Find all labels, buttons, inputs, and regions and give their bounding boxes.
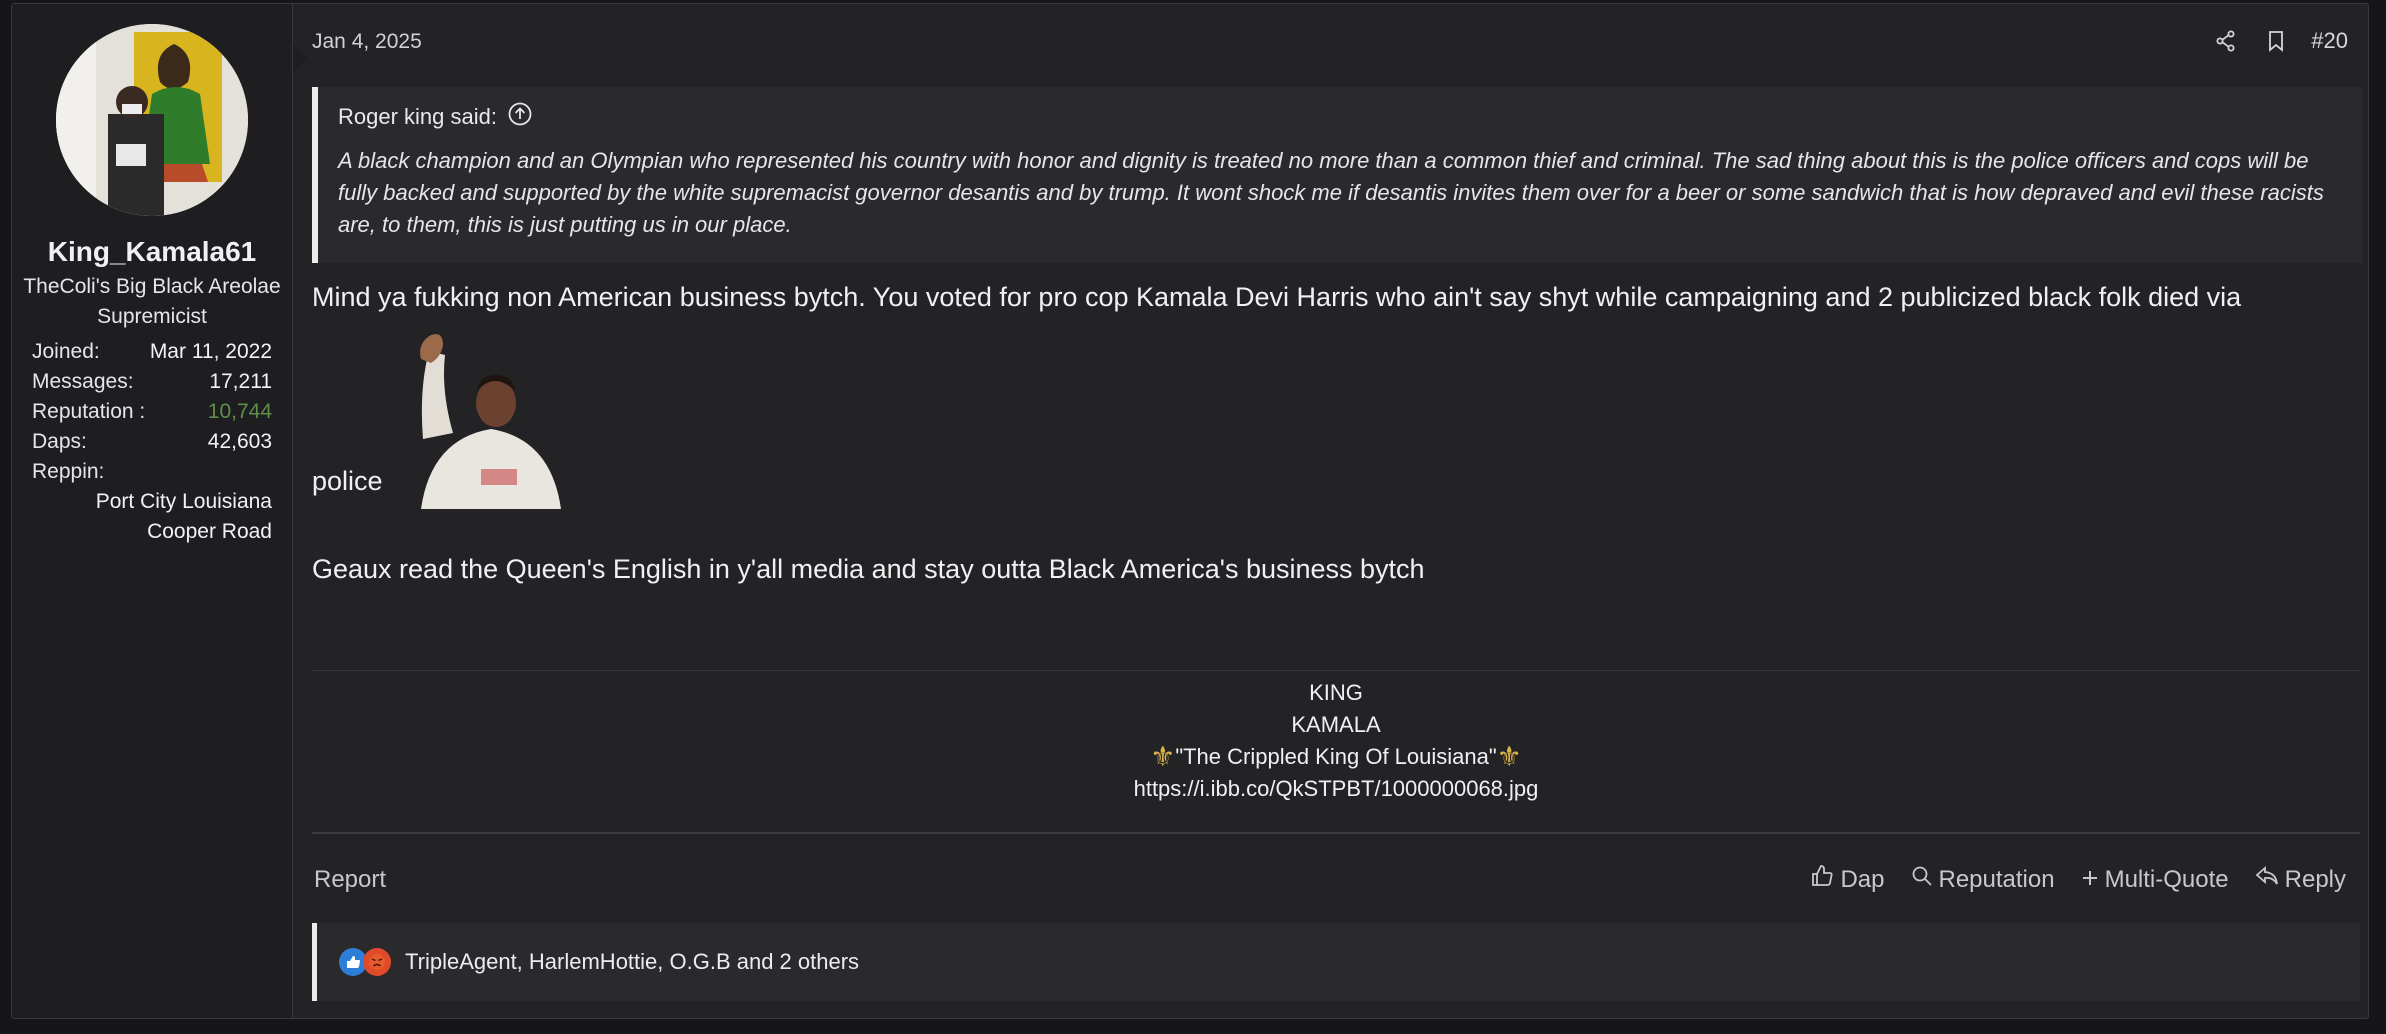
- stat-messages: Messages: 17,211: [32, 367, 272, 397]
- signature-line: KAMALA: [1291, 712, 1381, 737]
- stat-joined: Joined: Mar 11, 2022: [32, 337, 272, 367]
- plus-icon: [2081, 866, 2099, 894]
- quote-block: Roger king said: A black champion and an…: [312, 87, 2362, 263]
- stat-label: Reputation :: [32, 400, 146, 423]
- user-title: TheColi's Big Black Areolae Supremicist: [23, 275, 281, 328]
- message-text: police: [312, 466, 383, 496]
- message-text: Geaux read the Queen's English in y'all …: [312, 554, 1425, 584]
- search-icon: [1911, 865, 1933, 894]
- post-top-actions: #20: [2211, 26, 2348, 56]
- stat-label: Reppin:: [32, 460, 105, 483]
- stat-daps: Daps: 42,603: [32, 427, 272, 457]
- dap-button[interactable]: Dap: [1810, 864, 1885, 895]
- quote-header[interactable]: Roger king said:: [338, 101, 2344, 133]
- angry-reaction-icon[interactable]: [363, 948, 391, 976]
- share-icon[interactable]: [2211, 26, 2241, 56]
- reppin-line: Port City Louisiana: [95, 490, 272, 513]
- forum-post: King_Kamala61 TheColi's Big Black Areola…: [11, 3, 2369, 1019]
- reactions-text[interactable]: TripleAgent, HarlemHottie, O.G.B and 2 o…: [405, 949, 859, 975]
- multi-quote-button[interactable]: Multi-Quote: [2081, 866, 2229, 894]
- quote-author: Roger king said:: [338, 104, 497, 129]
- signature-line: KING: [1309, 680, 1363, 705]
- signature-divider: [312, 670, 2360, 671]
- user-avatar[interactable]: [56, 24, 248, 216]
- stat-value: Mar 11, 2022: [149, 340, 272, 363]
- reply-label: Reply: [2284, 865, 2346, 893]
- post-main: Jan 4, 2025 #20 Roger king said: A black…: [312, 4, 2368, 1018]
- reply-button[interactable]: Reply: [2255, 865, 2346, 894]
- thumbs-up-man-gif: [400, 319, 581, 509]
- message-line: police: [312, 319, 581, 509]
- stat-value: 10,744: [207, 400, 272, 423]
- signature: KING KAMALA ⚜"The Crippled King Of Louis…: [312, 677, 2360, 805]
- post-actions: Dap Reputation Multi-Quote Reply: [1810, 864, 2346, 895]
- stat-reppin: Reppin:: [32, 457, 272, 487]
- fleur-de-lis-icon: ⚜: [1496, 741, 1522, 772]
- reactions-bar: TripleAgent, HarlemHottie, O.G.B and 2 o…: [312, 923, 2360, 1001]
- fleur-de-lis-icon: ⚜: [1150, 741, 1176, 772]
- report-link[interactable]: Report: [314, 866, 386, 894]
- bookmark-icon[interactable]: [2261, 26, 2291, 56]
- quote-text: A black champion and an Olympian who rep…: [338, 148, 2324, 237]
- reaction-icons: [339, 948, 391, 976]
- reply-icon: [2255, 865, 2279, 894]
- stat-label: Joined:: [32, 340, 100, 363]
- reputation-label: Reputation: [1938, 865, 2055, 893]
- username[interactable]: King_Kamala61: [12, 236, 292, 268]
- footer-divider: [312, 832, 2360, 834]
- thumbs-up-icon: [1810, 864, 1834, 895]
- arrow-up-circle-icon[interactable]: [507, 101, 533, 133]
- user-stats: Joined: Mar 11, 2022 Messages: 17,211 Re…: [32, 337, 272, 547]
- reppin-line: Cooper Road: [147, 520, 272, 543]
- message-text: Mind ya fukking non American business by…: [312, 282, 2242, 312]
- signature-link[interactable]: https://i.ibb.co/QkSTPBT/1000000068.jpg: [312, 773, 2360, 805]
- multi-quote-label: Multi-Quote: [2104, 865, 2229, 893]
- reputation-button[interactable]: Reputation: [1911, 865, 2055, 894]
- stat-value: 42,603: [207, 430, 272, 453]
- user-panel: King_Kamala61 TheColi's Big Black Areola…: [12, 4, 307, 1018]
- stat-label: Daps:: [32, 430, 87, 453]
- stat-value[interactable]: 17,211: [209, 367, 272, 397]
- stat-reputation: Reputation : 10,744: [32, 397, 272, 427]
- signature-text: "The Crippled King Of Louisiana": [1175, 744, 1497, 769]
- post-number[interactable]: #20: [2311, 28, 2348, 54]
- stat-label: Messages:: [32, 370, 134, 393]
- dap-label: Dap: [1840, 865, 1885, 893]
- signature-line: ⚜"The Crippled King Of Louisiana"⚜: [312, 741, 2360, 773]
- post-date[interactable]: Jan 4, 2025: [312, 30, 422, 54]
